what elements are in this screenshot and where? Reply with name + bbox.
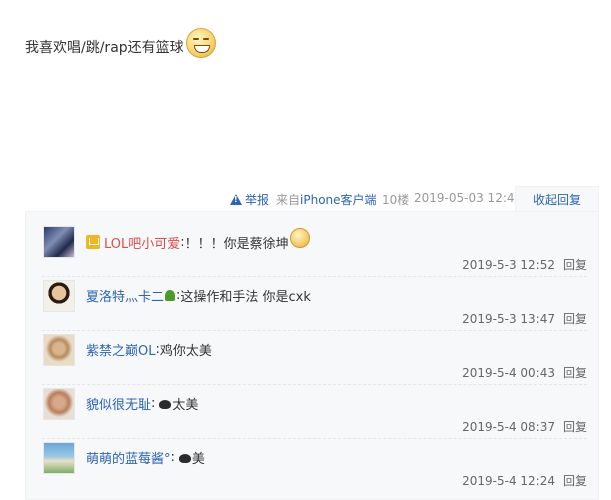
source-client-link[interactable]: iPhone客户端 bbox=[300, 193, 377, 207]
avatar[interactable] bbox=[43, 442, 75, 474]
post-meta-bar: 举报 来自iPhone客户端 10楼 2019-05-03 12:42 收起回复 bbox=[0, 186, 611, 212]
report-link[interactable]: 举报 bbox=[230, 191, 269, 208]
list-item: 夏洛特灬卡二 : 这操作和手法 你是cxk 2019-5-3 13:47 回复 bbox=[42, 276, 587, 331]
tree-icon bbox=[165, 290, 176, 301]
avatar[interactable] bbox=[43, 334, 75, 366]
reply-time: 2019-5-4 12:24 bbox=[462, 474, 555, 488]
reply-text: 太美 bbox=[172, 398, 199, 413]
bird-icon bbox=[178, 454, 191, 463]
reply-time: 2019-5-4 00:43 bbox=[462, 366, 555, 380]
reply-list: LOL吧小可爱 : ！！！你是蔡徐坤 2019-5-3 12:52 回复 夏洛特灬… bbox=[25, 211, 599, 500]
reply-time: 2019-5-3 12:52 bbox=[462, 258, 555, 272]
grin-emoji-icon bbox=[185, 28, 216, 58]
reply-time: 2019-5-3 13:47 bbox=[462, 312, 555, 326]
reply-text: 鸡你太美 bbox=[159, 344, 212, 359]
reply-colon: : bbox=[170, 450, 175, 465]
post-date: 2019-05-03 12:42 bbox=[414, 191, 523, 205]
reply-time: 2019-5-4 08:37 bbox=[462, 420, 555, 434]
reply-username[interactable]: 夏洛特灬卡二 bbox=[86, 286, 164, 305]
report-label: 举报 bbox=[245, 193, 270, 207]
list-item: 貌似很无耻 : 太美 2019-5-4 08:37 回复 bbox=[42, 384, 587, 439]
bird-icon bbox=[159, 400, 172, 409]
reply-button[interactable]: 回复 bbox=[563, 366, 587, 380]
avatar[interactable] bbox=[43, 226, 75, 258]
reply-button[interactable]: 回复 bbox=[563, 474, 587, 488]
list-item: LOL吧小可爱 : ！！！你是蔡徐坤 2019-5-3 12:52 回复 bbox=[42, 222, 587, 277]
reply-button[interactable]: 回复 bbox=[563, 420, 587, 434]
warning-icon bbox=[230, 194, 242, 205]
source-prefix: 来自 bbox=[276, 193, 301, 207]
reply-text: 美 bbox=[191, 452, 205, 467]
reply-button[interactable]: 回复 bbox=[563, 312, 587, 326]
reply-username[interactable]: 萌萌的蓝莓酱° bbox=[86, 448, 171, 467]
reply-username[interactable]: 紫禁之巅OL bbox=[86, 340, 155, 359]
grin-emoji-icon bbox=[289, 228, 310, 248]
reply-username[interactable]: LOL吧小可爱 bbox=[104, 233, 180, 252]
list-item: 紫禁之巅OL : 鸡你太美 2019-5-4 00:43 回复 bbox=[42, 330, 587, 385]
post-text: 我喜欢唱/跳/rap还有篮球 bbox=[25, 28, 216, 62]
reply-colon: : bbox=[151, 396, 156, 411]
reply-button[interactable]: 回复 bbox=[563, 258, 587, 272]
collapse-replies-button[interactable]: 收起回复 bbox=[515, 186, 599, 212]
avatar[interactable] bbox=[43, 280, 75, 312]
floor-number: 10楼 bbox=[382, 193, 410, 207]
post-text-content: 我喜欢唱/跳/rap还有篮球 bbox=[25, 40, 184, 56]
post-source: 来自iPhone客户端 bbox=[276, 191, 377, 208]
avatar[interactable] bbox=[43, 388, 75, 420]
reply-text: ！！！你是蔡徐坤 bbox=[184, 236, 289, 252]
reply-text: 这操作和手法 你是cxk bbox=[180, 290, 311, 305]
reply-username[interactable]: 貌似很无耻 bbox=[86, 394, 151, 413]
list-item: 萌萌的蓝莓酱° : 美 2019-5-4 12:24 回复 bbox=[42, 438, 587, 492]
crown-badge-icon bbox=[86, 235, 100, 249]
